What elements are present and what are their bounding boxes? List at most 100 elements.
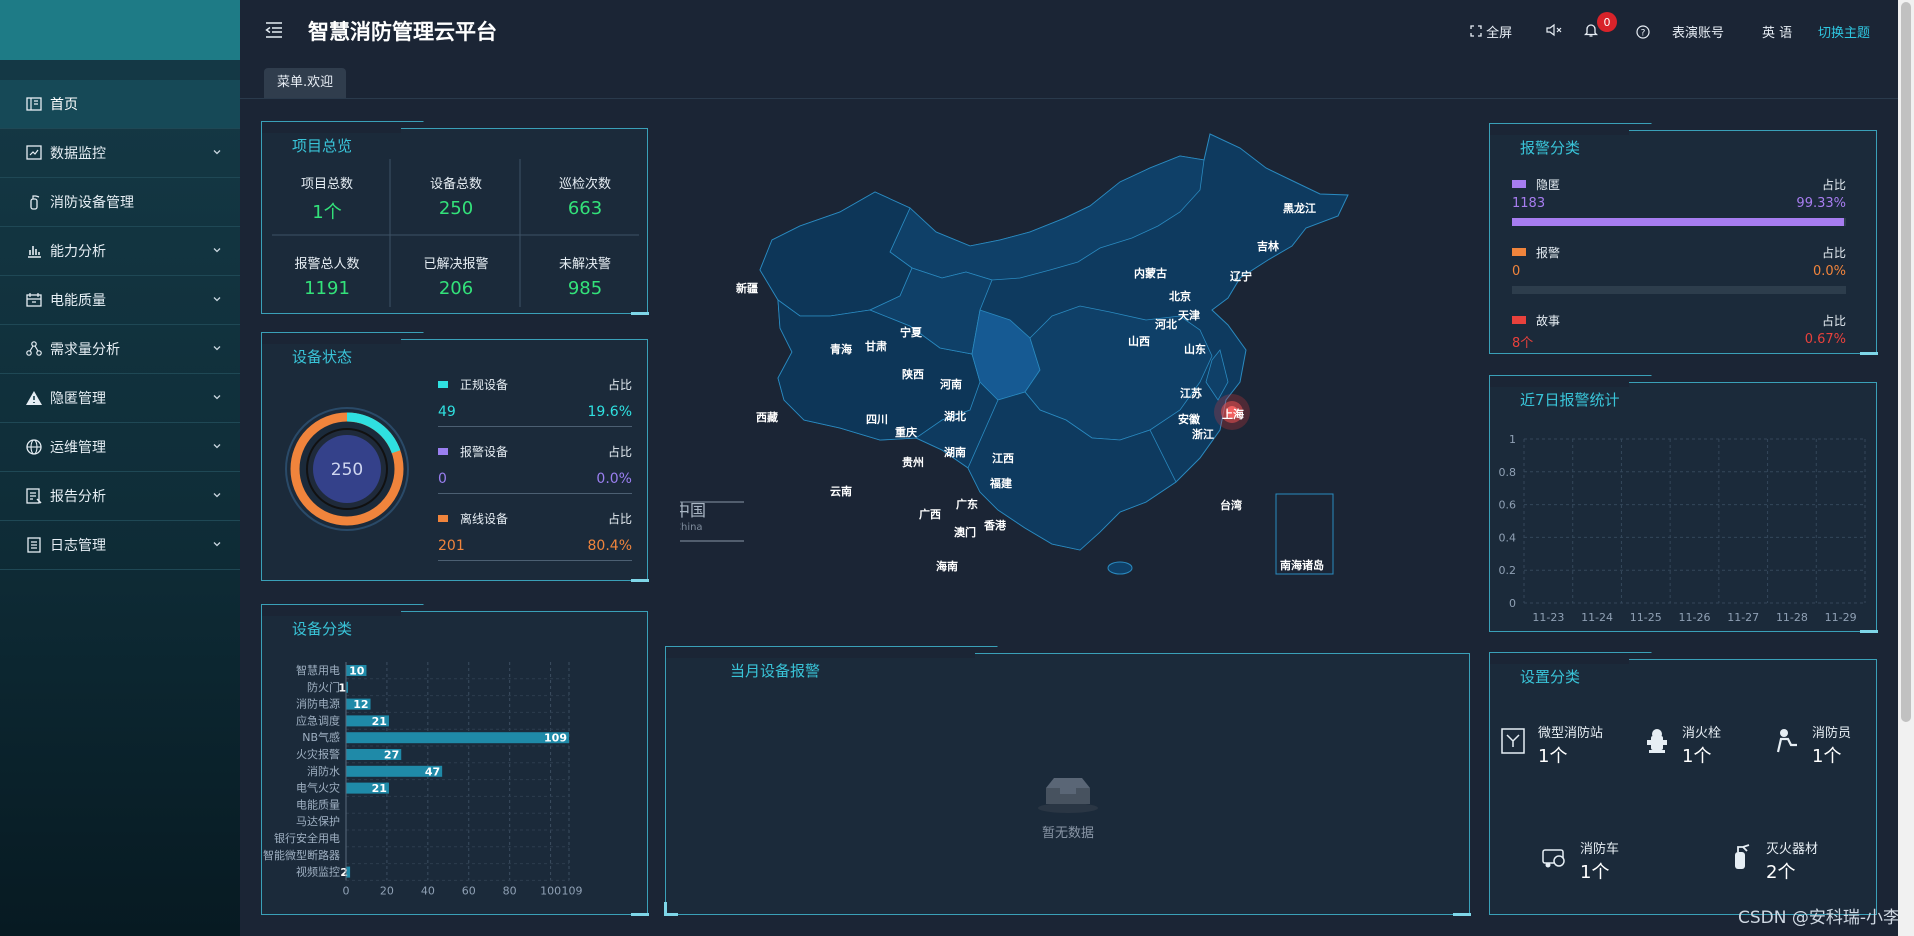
device-status-row: 离线设备 占比 201 80.4% bbox=[438, 510, 632, 566]
settings-panel: 设置分类 微型消防站 1个 消火栓 1个 消防员 1个 消防车 1个 灭火器材 2个 bbox=[1489, 652, 1877, 915]
y-tick-label: 0.8 bbox=[1499, 466, 1517, 479]
settings-title: 设置分类 bbox=[1520, 668, 1581, 686]
device-class-panel: 设备分类 0 20 40 60 80 100 109 智慧用电 10 防火门 1 消防电源 12 应急调度… bbox=[261, 604, 649, 916]
map-province-label: 河南 bbox=[940, 377, 962, 391]
map-province-label: 宁夏 bbox=[900, 325, 923, 339]
sidebar-item-2[interactable]: 消防设备管理 bbox=[0, 178, 240, 227]
ratio-label: 占比 bbox=[1821, 178, 1846, 192]
home-icon bbox=[24, 94, 44, 114]
y-tick-label: 0.6 bbox=[1499, 499, 1517, 512]
map-province-label: 陕西 bbox=[902, 367, 924, 381]
sidebar-item-9[interactable]: 日志管理 bbox=[0, 521, 240, 570]
corner-decoration bbox=[631, 908, 649, 916]
settings-item-name: 灭火器材 bbox=[1766, 842, 1819, 857]
sidebar-item-label: 需求量分析 bbox=[50, 342, 120, 358]
overview-stat-value: 250 bbox=[438, 198, 474, 219]
row-divider bbox=[438, 493, 632, 494]
language-button[interactable]: 英 语 bbox=[1762, 22, 1792, 41]
scrollbar-thumb[interactable] bbox=[1901, 2, 1911, 722]
map-province-label: 浙江 bbox=[1192, 427, 1214, 441]
alarm-class-pct: 99.33% bbox=[1796, 196, 1846, 211]
corner-decoration bbox=[1453, 908, 1471, 916]
overview-stat: 设备总数 250 bbox=[392, 173, 520, 219]
page-scrollbar[interactable] bbox=[1898, 0, 1914, 936]
calendar-icon bbox=[24, 290, 44, 310]
weekly-alarm-panel: 近7日报警统计 0 0.2 0.4 0.6 0.8 1 11-23 11-24 11-25 11-… bbox=[1489, 375, 1878, 633]
alarm-class-pct: 0.67% bbox=[1804, 332, 1846, 347]
sidebar-item-0[interactable]: 首页 bbox=[0, 80, 240, 129]
sidebar-item-label: 报告分析 bbox=[50, 489, 106, 505]
x-tick-label: 20 bbox=[380, 884, 394, 897]
x-tick-label: 109 bbox=[562, 884, 583, 897]
map-province-label: 贵州 bbox=[902, 455, 924, 469]
x-tick-label: 0 bbox=[343, 884, 350, 897]
bar-category-label: 消防电源 bbox=[296, 697, 340, 711]
sidebar-item-label: 首页 bbox=[50, 97, 78, 113]
alarm-share-bar bbox=[1512, 286, 1846, 294]
switch-theme-button[interactable]: 切换主题 bbox=[1818, 22, 1870, 41]
panel-tab-decoration bbox=[665, 646, 975, 658]
y-tick-label: 0.2 bbox=[1499, 564, 1517, 577]
map-province-label: 黑龙江 bbox=[1283, 201, 1316, 215]
sidebar-item-7[interactable]: 运维管理 bbox=[0, 423, 240, 472]
warning-icon bbox=[24, 388, 44, 408]
bell-icon[interactable] bbox=[1584, 22, 1598, 38]
corner-decoration bbox=[664, 902, 678, 916]
chevron-down-icon bbox=[212, 537, 222, 553]
mute-icon[interactable] bbox=[1546, 23, 1564, 37]
overview-stat-value: 1191 bbox=[304, 278, 350, 299]
bar-category-label: 智慧用电 bbox=[296, 663, 340, 677]
map-province-label: 天津 bbox=[1178, 308, 1200, 322]
bar-value-label: 21 bbox=[372, 782, 387, 795]
legend-swatch bbox=[1512, 316, 1526, 324]
y-tick-label: 1 bbox=[1509, 433, 1516, 446]
alarm-share-bar bbox=[1512, 218, 1846, 226]
watermark: CSDN @安科瑞-小李 bbox=[1737, 908, 1900, 928]
chevron-down-icon bbox=[212, 390, 222, 406]
help-icon[interactable]: ? bbox=[1636, 25, 1650, 39]
sidebar-item-5[interactable]: 需求量分析 bbox=[0, 325, 240, 374]
settings-item-value: 1个 bbox=[1682, 746, 1712, 767]
logo-area bbox=[0, 0, 240, 60]
bar-category-label: 银行安全用电 bbox=[274, 831, 340, 845]
panel-tab-decoration bbox=[1489, 123, 1629, 135]
map-province-label: 河北 bbox=[1155, 317, 1177, 331]
network-icon bbox=[24, 339, 44, 359]
extinguisher-icon bbox=[1726, 842, 1756, 872]
corner-decoration bbox=[631, 574, 649, 582]
device-status-pct: 80.4% bbox=[587, 538, 632, 554]
bar-value-label: 27 bbox=[384, 749, 399, 762]
hydrant-icon bbox=[1642, 726, 1672, 756]
bar-value-label: 21 bbox=[372, 715, 387, 728]
overview-stat: 项目总数 1个 bbox=[263, 173, 391, 224]
map-title: 中国 bbox=[680, 501, 706, 520]
account-button[interactable]: 表演账号 bbox=[1672, 22, 1724, 41]
donut-total: 250 bbox=[331, 460, 363, 480]
chevron-down-icon bbox=[212, 488, 222, 504]
settings-item-value: 2个 bbox=[1766, 862, 1796, 883]
firefighter-icon bbox=[1772, 726, 1802, 756]
device-status-title: 设备状态 bbox=[292, 348, 353, 366]
fire-truck-icon bbox=[1540, 842, 1570, 872]
inset-label: 南海诸岛 bbox=[1280, 558, 1324, 572]
sidebar-item-6[interactable]: 隐匿管理 bbox=[0, 374, 240, 423]
chevron-down-icon bbox=[212, 292, 222, 308]
fullscreen-icon bbox=[1470, 25, 1482, 37]
sidebar: 首页数据监控 消防设备管理能力分析电能质量需求量分析隐匿管理 运维管理报告分析日志管… bbox=[0, 0, 240, 936]
overview-stat-value: 663 bbox=[567, 198, 603, 219]
bar-chart-icon bbox=[24, 241, 44, 261]
sidebar-item-label: 能力分析 bbox=[50, 244, 106, 260]
fullscreen-button[interactable]: 全屏 bbox=[1470, 22, 1512, 41]
map-subtitle: China bbox=[680, 522, 703, 533]
device-status-name: 正规设备 bbox=[460, 378, 509, 392]
map-province-label: 山西 bbox=[1128, 334, 1150, 348]
tab-welcome[interactable]: 菜单.欢迎 bbox=[264, 68, 347, 98]
device-status-pct: 0.0% bbox=[596, 471, 632, 487]
menu-fold-icon[interactable] bbox=[264, 20, 284, 40]
sidebar-item-4[interactable]: 电能质量 bbox=[0, 276, 240, 325]
sidebar-item-3[interactable]: 能力分析 bbox=[0, 227, 240, 276]
bar-mark bbox=[346, 732, 569, 744]
sidebar-item-1[interactable]: 数据监控 bbox=[0, 129, 240, 178]
sidebar-item-8[interactable]: 报告分析 bbox=[0, 472, 240, 521]
china-map-svg: 南海诸岛 中国 China 黑龙江吉林辽宁 内蒙古北京天津河北山西山东 新疆青海甘肃… bbox=[674, 133, 1349, 575]
